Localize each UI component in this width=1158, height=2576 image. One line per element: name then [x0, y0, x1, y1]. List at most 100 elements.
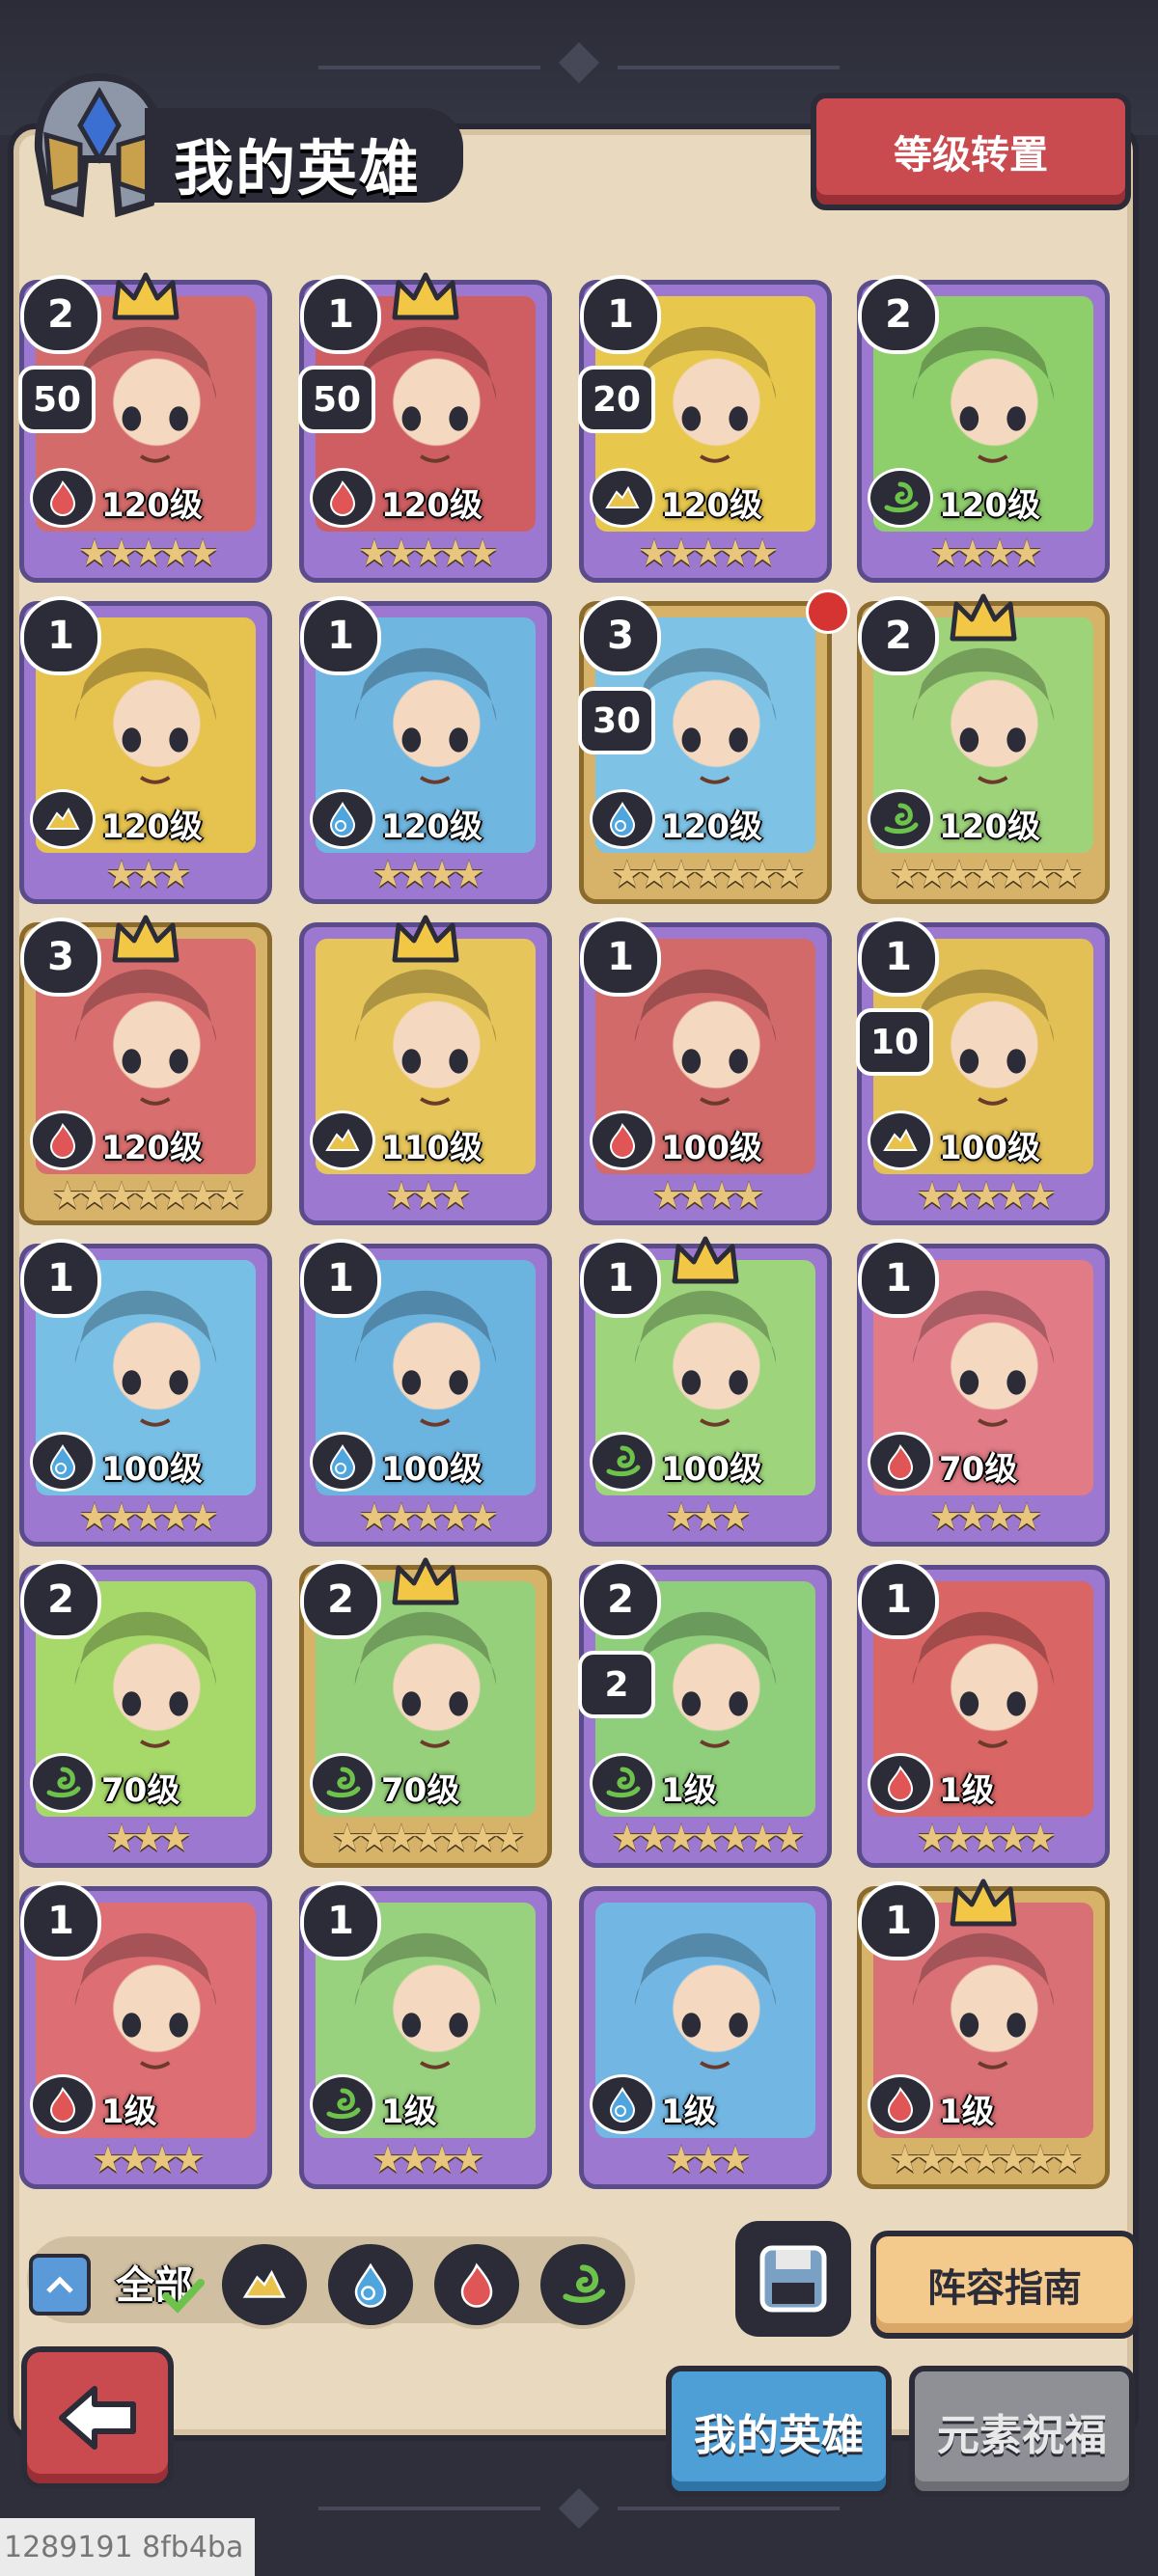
hero-stars: ★★★★★ — [77, 532, 219, 574]
crown-icon — [392, 272, 459, 320]
back-button[interactable] — [21, 2346, 174, 2489]
filter-fire-button[interactable] — [430, 2240, 523, 2329]
water-element-icon — [329, 1444, 356, 1480]
hero-card[interactable]: 1 1级 ★★★★★ — [857, 1560, 1110, 1868]
hero-card[interactable]: 1级 ★★★ — [579, 1886, 832, 2189]
hero-element-badge — [310, 1110, 375, 1170]
earth-element-icon — [325, 1128, 360, 1151]
filter-water-button[interactable] — [324, 2240, 417, 2329]
hero-count-badge: 50 — [298, 366, 375, 433]
hero-card[interactable]: 2 120级 ★★★★★★★ — [857, 593, 1110, 904]
water-element-icon — [609, 802, 636, 837]
hero-stars: ★★★★★ — [915, 1817, 1057, 1859]
hero-level: 120级 — [381, 486, 482, 525]
filter-wind-button[interactable] — [537, 2240, 629, 2329]
lineup-guide-button[interactable]: 阵容指南 — [870, 2231, 1139, 2339]
hero-card[interactable]: 1 100级 ★★★★★ — [19, 1239, 272, 1547]
hero-rank-badge: 1 — [858, 1881, 939, 1960]
hero-card[interactable]: 1 100级 ★★★★★ — [299, 1239, 552, 1547]
hero-card[interactable]: 1 1级 ★★★★ — [19, 1881, 272, 2189]
hero-stars: ★★★★★ — [915, 1174, 1057, 1217]
hero-stars: ★★★ — [104, 1817, 192, 1859]
hero-count-badge: 50 — [18, 366, 96, 433]
tab-my-heroes[interactable]: 我的英雄 — [666, 2366, 892, 2497]
crown-icon — [392, 915, 459, 963]
hero-stars: ★★★ — [664, 1495, 752, 1538]
hero-rank-badge: 1 — [300, 596, 381, 675]
water-element-icon — [354, 2262, 387, 2308]
earth-element-icon — [883, 1128, 918, 1151]
hero-card[interactable]: 110级 ★★★ — [299, 915, 552, 1225]
water-element-icon — [329, 802, 356, 837]
hero-rank-badge: 1 — [858, 918, 939, 997]
hero-rank-badge: 1 — [580, 918, 661, 997]
hero-level: 120级 — [661, 808, 762, 846]
hero-element-badge — [868, 1110, 933, 1170]
hero-element-badge — [868, 1432, 933, 1492]
hero-card[interactable]: 3 30 120级 ★★★★★★★ — [578, 596, 832, 904]
hero-level: 100级 — [661, 1129, 762, 1167]
hero-element-badge — [310, 2074, 375, 2134]
fire-element-icon — [329, 480, 356, 516]
collapse-filter-button[interactable] — [29, 2254, 91, 2316]
save-lineup-button[interactable] — [735, 2221, 851, 2337]
hero-card[interactable]: 1 120级 ★★★★ — [299, 596, 552, 904]
hero-level: 120级 — [939, 808, 1040, 846]
hero-card[interactable]: 1 20 120级 ★★★★★ — [578, 275, 832, 583]
hero-element-badge — [868, 789, 933, 849]
hero-card[interactable]: 2 2 1级 ★★★★★★★ — [578, 1560, 832, 1868]
hero-count-badge: 10 — [856, 1008, 933, 1076]
hero-card[interactable]: 2 120级 ★★★★ — [857, 275, 1110, 583]
hero-card[interactable]: 1 120级 ★★★ — [19, 596, 272, 904]
wind-element-icon — [326, 1767, 361, 1798]
hero-level: 100级 — [939, 1129, 1040, 1167]
hero-rank-badge: 2 — [858, 596, 939, 675]
back-arrow-icon — [59, 2386, 136, 2450]
fire-element-icon — [460, 2262, 493, 2308]
hero-level: 1级 — [661, 2093, 717, 2131]
hero-card[interactable]: 2 70级 ★★★ — [19, 1560, 272, 1868]
deco-diamond — [558, 41, 600, 84]
hero-card[interactable]: 3 120级 ★★★★★★★ — [19, 915, 272, 1225]
hero-stars: ★★★★ — [928, 1495, 1043, 1538]
hero-level: 70级 — [939, 1450, 1018, 1489]
hero-card[interactable]: 1 50 120级 ★★★★★ — [298, 272, 552, 583]
hero-rank-badge: 2 — [20, 275, 101, 354]
hero-card[interactable]: 1 1级 ★★★★★★★ — [857, 1878, 1110, 2189]
wind-element-icon — [884, 481, 919, 513]
hero-level: 70级 — [101, 1771, 180, 1810]
hero-level: 1级 — [101, 2093, 157, 2131]
wind-element-icon — [46, 1767, 81, 1798]
fire-element-icon — [887, 1444, 914, 1480]
level-transfer-button[interactable]: 等级转置 — [811, 93, 1131, 210]
hero-element-badge — [590, 2074, 655, 2134]
hero-stars: ★★★★★★★ — [50, 1174, 246, 1217]
tab-element-blessing[interactable]: 元素祝福 — [909, 2366, 1135, 2497]
hero-card[interactable]: 1 1级 ★★★★ — [299, 1881, 552, 2189]
crown-icon — [112, 272, 179, 320]
hero-card[interactable]: 1 100级 ★★★★ — [579, 918, 832, 1225]
hero-rank-badge: 1 — [20, 596, 101, 675]
hero-rank-badge: 2 — [858, 275, 939, 354]
hero-stars: ★★★★★★★ — [610, 853, 806, 895]
hero-rank-badge: 1 — [580, 1239, 661, 1318]
hero-card[interactable]: 1 100级 ★★★ — [579, 1236, 832, 1547]
hero-stars: ★★★★★★★ — [888, 2138, 1084, 2180]
hero-element-badge — [310, 789, 375, 849]
crown-icon — [950, 593, 1017, 642]
hero-card[interactable]: 1 10 100级 ★★★★★ — [856, 918, 1110, 1225]
filter-earth-button[interactable] — [218, 2240, 311, 2329]
hero-stars: ★★★★ — [91, 2138, 206, 2180]
hero-rank-badge: 1 — [20, 1881, 101, 1960]
hero-card[interactable]: 2 50 120级 ★★★★★ — [18, 272, 272, 583]
earth-element-icon — [45, 807, 80, 830]
hero-rank-badge: 1 — [300, 1881, 381, 1960]
hero-card[interactable]: 1 70级 ★★★★ — [857, 1239, 1110, 1547]
hero-card[interactable]: 2 70级 ★★★★★★★ — [299, 1557, 552, 1868]
hero-element-badge — [30, 789, 96, 849]
hero-element-badge — [310, 468, 375, 528]
checkmark-icon — [162, 2279, 205, 2314]
hero-level: 120级 — [101, 808, 203, 846]
hero-count-badge: 2 — [578, 1651, 655, 1718]
hero-element-badge — [310, 1432, 375, 1492]
